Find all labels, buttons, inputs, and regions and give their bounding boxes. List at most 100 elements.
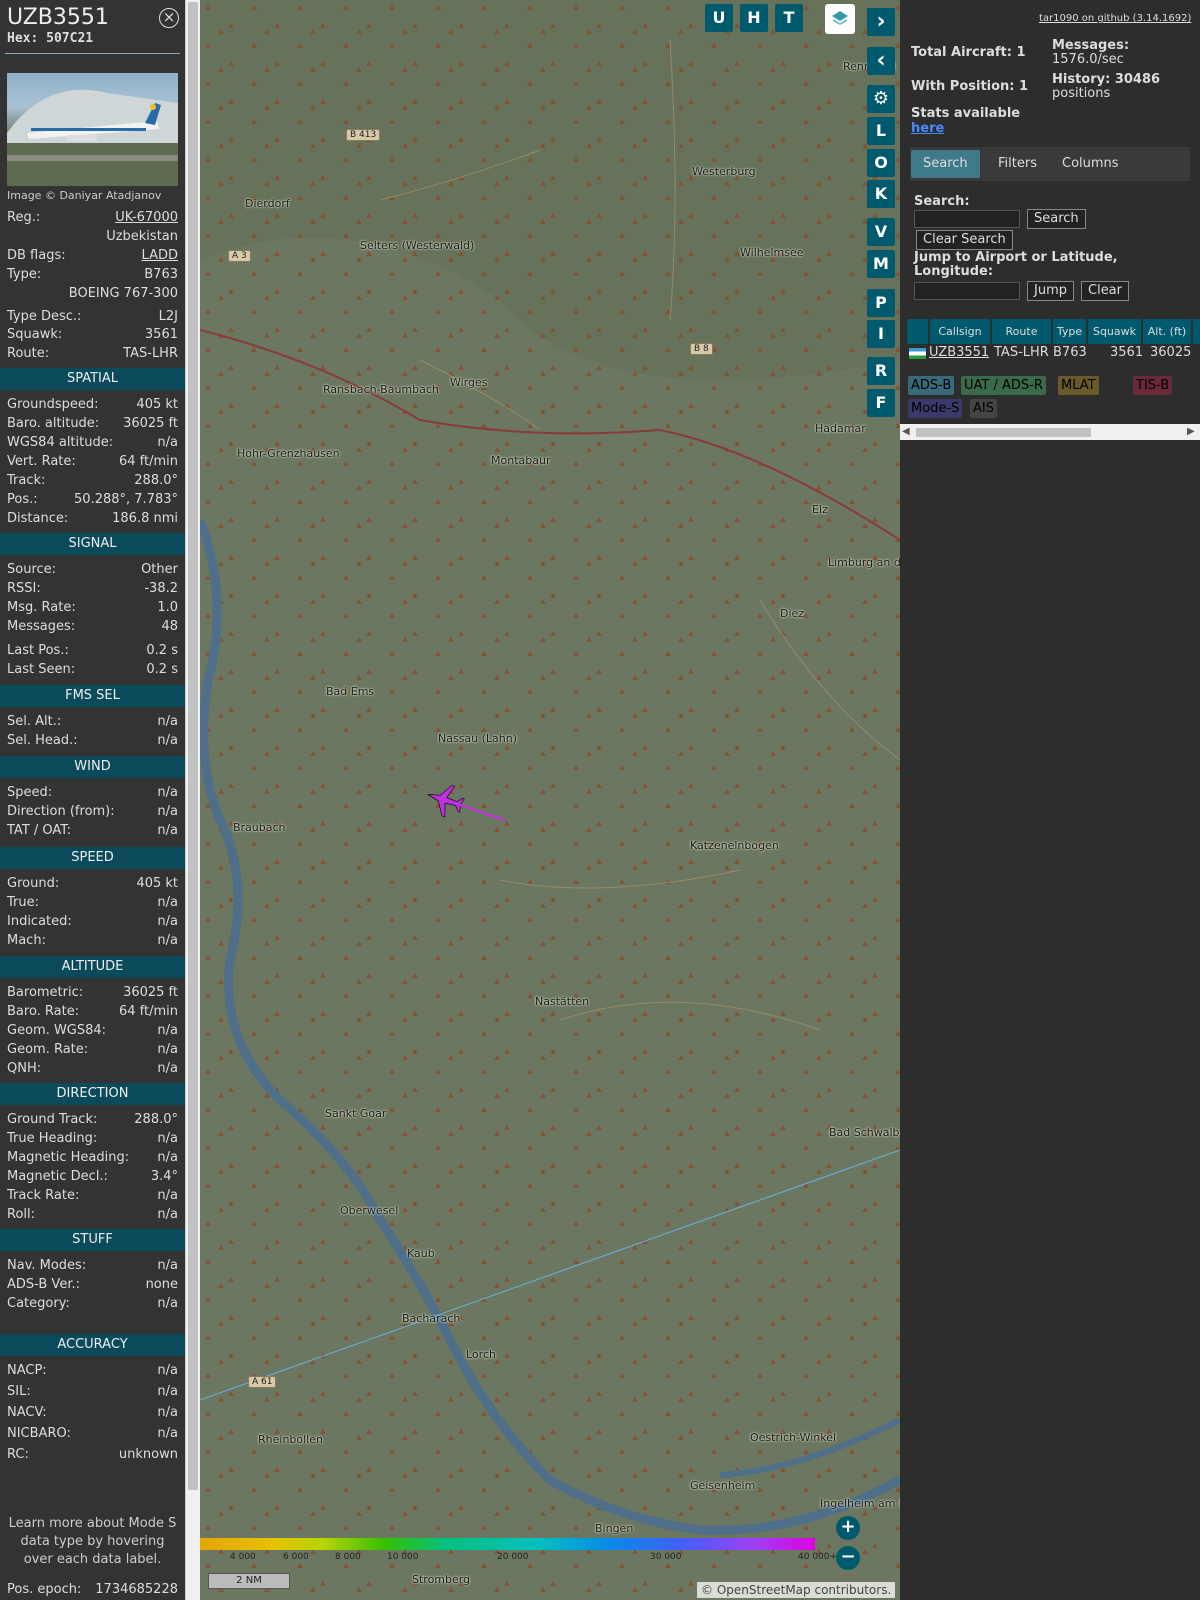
info-value: n/a: [157, 1207, 178, 1222]
tab-columns[interactable]: Columns: [1050, 150, 1131, 178]
table-header-type[interactable]: Type: [1053, 319, 1086, 344]
search-input[interactable]: [914, 210, 1020, 228]
info-value: n/a: [157, 1061, 178, 1076]
chevron-right-icon[interactable]: ›: [867, 8, 895, 36]
horizontal-scrollbar-thumb[interactable]: [916, 428, 1091, 437]
town-label: Nastätten: [535, 995, 590, 1008]
info-row: Magnetic Heading: n/a: [7, 1148, 178, 1167]
altitude-tick-label: 30 000: [650, 1552, 682, 1562]
section-header-signal: SIGNAL: [0, 533, 185, 555]
info-row: True Heading: n/a: [7, 1129, 178, 1148]
info-value[interactable]: UK-67000: [115, 208, 178, 227]
info-row: Track: 288.0°: [7, 471, 178, 490]
scrollbar-thumb[interactable]: [188, 2, 198, 1490]
jump-input[interactable]: [914, 282, 1020, 300]
gear-icon[interactable]: ⚙: [867, 85, 895, 113]
map-button-v[interactable]: V: [867, 218, 895, 246]
info-value: TAS-LHR: [123, 346, 178, 361]
map-button-t[interactable]: T: [775, 4, 803, 32]
map-button-m[interactable]: M: [867, 250, 895, 278]
info-value: 3.4°: [150, 1169, 178, 1184]
info-value: 36025 ft: [123, 985, 178, 1000]
info-label: Barometric:: [7, 985, 84, 1000]
tab-search[interactable]: Search: [911, 150, 980, 178]
info-label: Ground:: [7, 876, 60, 891]
map-button-u[interactable]: U: [705, 4, 733, 32]
scroll-left-icon[interactable]: ◀: [902, 426, 910, 437]
github-link[interactable]: tar1090 on github (3.14.1692): [1039, 13, 1191, 24]
info-row: Sel. Head.: n/a: [7, 731, 178, 750]
info-row: DB flags: LADD: [7, 246, 178, 265]
close-icon[interactable]: ×: [159, 8, 179, 28]
town-label: Bad Schwalbach: [829, 1126, 900, 1139]
zoom-out-icon[interactable]: −: [836, 1546, 860, 1570]
map-button-h[interactable]: H: [740, 4, 768, 32]
table-row-callsign[interactable]: UZB3551: [929, 344, 989, 362]
info-row: Route: TAS-LHR: [7, 344, 178, 363]
source-badge[interactable]: MLAT: [1058, 376, 1099, 395]
info-label: Messages:: [7, 619, 76, 634]
aircraft-photo[interactable]: [7, 73, 178, 186]
hex-code: Hex: 507C21: [7, 31, 94, 46]
altitude-tick-label: 40 000+: [798, 1552, 838, 1562]
zoom-in-icon[interactable]: +: [836, 1516, 860, 1540]
layers-icon[interactable]: [825, 4, 855, 34]
source-badge[interactable]: ADS-B: [908, 376, 955, 395]
table-row-altitude: 36025: [1150, 345, 1192, 360]
info-row: Nav. Modes: n/a: [7, 1256, 178, 1275]
source-badge[interactable]: Mode-S: [908, 399, 963, 418]
info-row: Geom. WGS84: n/a: [7, 1021, 178, 1040]
info-value: L2J: [158, 309, 178, 324]
info-value: n/a: [157, 1258, 178, 1273]
stats-link[interactable]: here: [911, 121, 944, 136]
info-value: 50.288°, 7.783°: [74, 492, 178, 507]
chevron-left-icon[interactable]: ‹: [867, 47, 895, 75]
jump-button[interactable]: Jump: [1027, 281, 1074, 301]
info-label: SIL:: [7, 1384, 31, 1399]
map-button-r[interactable]: R: [867, 357, 895, 385]
info-label: Vert. Rate:: [7, 454, 76, 469]
info-row: Indicated: n/a: [7, 912, 178, 931]
town-label: Hohr-Grenzhausen: [237, 447, 340, 460]
info-value: n/a: [157, 933, 178, 948]
infobox-scrollbar[interactable]: [185, 0, 200, 1600]
map-button-i[interactable]: I: [867, 320, 895, 348]
clear-button[interactable]: Clear: [1081, 281, 1129, 301]
photo-credit: Image © Daniyar Atadjanov: [7, 189, 162, 202]
map-button-f[interactable]: F: [867, 389, 895, 417]
map-canvas[interactable]: RennerodWesterburgDierdorfSelters (Weste…: [200, 0, 900, 1600]
table-header-callsign[interactable]: Callsign: [930, 319, 990, 344]
section-header-stuff: STUFF: [0, 1229, 185, 1251]
map-button-p[interactable]: P: [867, 289, 895, 317]
search-button[interactable]: Search: [1027, 209, 1086, 229]
scroll-right-icon[interactable]: ▶: [1187, 426, 1195, 437]
info-value: 405 kt: [136, 397, 178, 412]
info-row: NACP: n/a: [7, 1361, 178, 1380]
source-badge[interactable]: TIS-B: [1133, 376, 1173, 395]
info-value: 0.2 s: [146, 662, 178, 677]
map-button-l[interactable]: L: [867, 117, 895, 145]
town-label: Wilhelmsee: [740, 246, 804, 259]
table-header-route[interactable]: Route: [992, 319, 1051, 344]
callsign-title: UZB3551: [7, 5, 109, 30]
town-label: Oestrich-Winkel: [750, 1431, 837, 1444]
tab-filters[interactable]: Filters: [986, 150, 1049, 178]
clear-search-button[interactable]: Clear Search: [916, 230, 1013, 250]
source-badge[interactable]: UAT / ADS-R: [961, 376, 1046, 395]
info-value[interactable]: LADD: [142, 246, 178, 265]
info-label: Mach:: [7, 933, 46, 948]
town-label: Stromberg: [412, 1573, 471, 1586]
info-value: n/a: [157, 1023, 178, 1038]
map-button-k[interactable]: K: [867, 180, 895, 208]
table-header-squawk[interactable]: Squawk: [1088, 319, 1141, 344]
map-attribution[interactable]: © OpenStreetMap contributors.: [697, 1582, 896, 1598]
info-value: n/a: [157, 804, 178, 819]
source-badge[interactable]: AIS: [970, 399, 997, 418]
messages-label: Messages:: [1052, 38, 1130, 53]
table-header-altitude[interactable]: Alt. (ft): [1143, 319, 1191, 344]
map-button-o[interactable]: O: [867, 149, 895, 177]
info-value: Uzbekistan: [106, 229, 178, 244]
town-label: Hadamar: [815, 422, 866, 435]
info-label: Sel. Head.:: [7, 733, 78, 748]
info-value: n/a: [157, 733, 178, 748]
